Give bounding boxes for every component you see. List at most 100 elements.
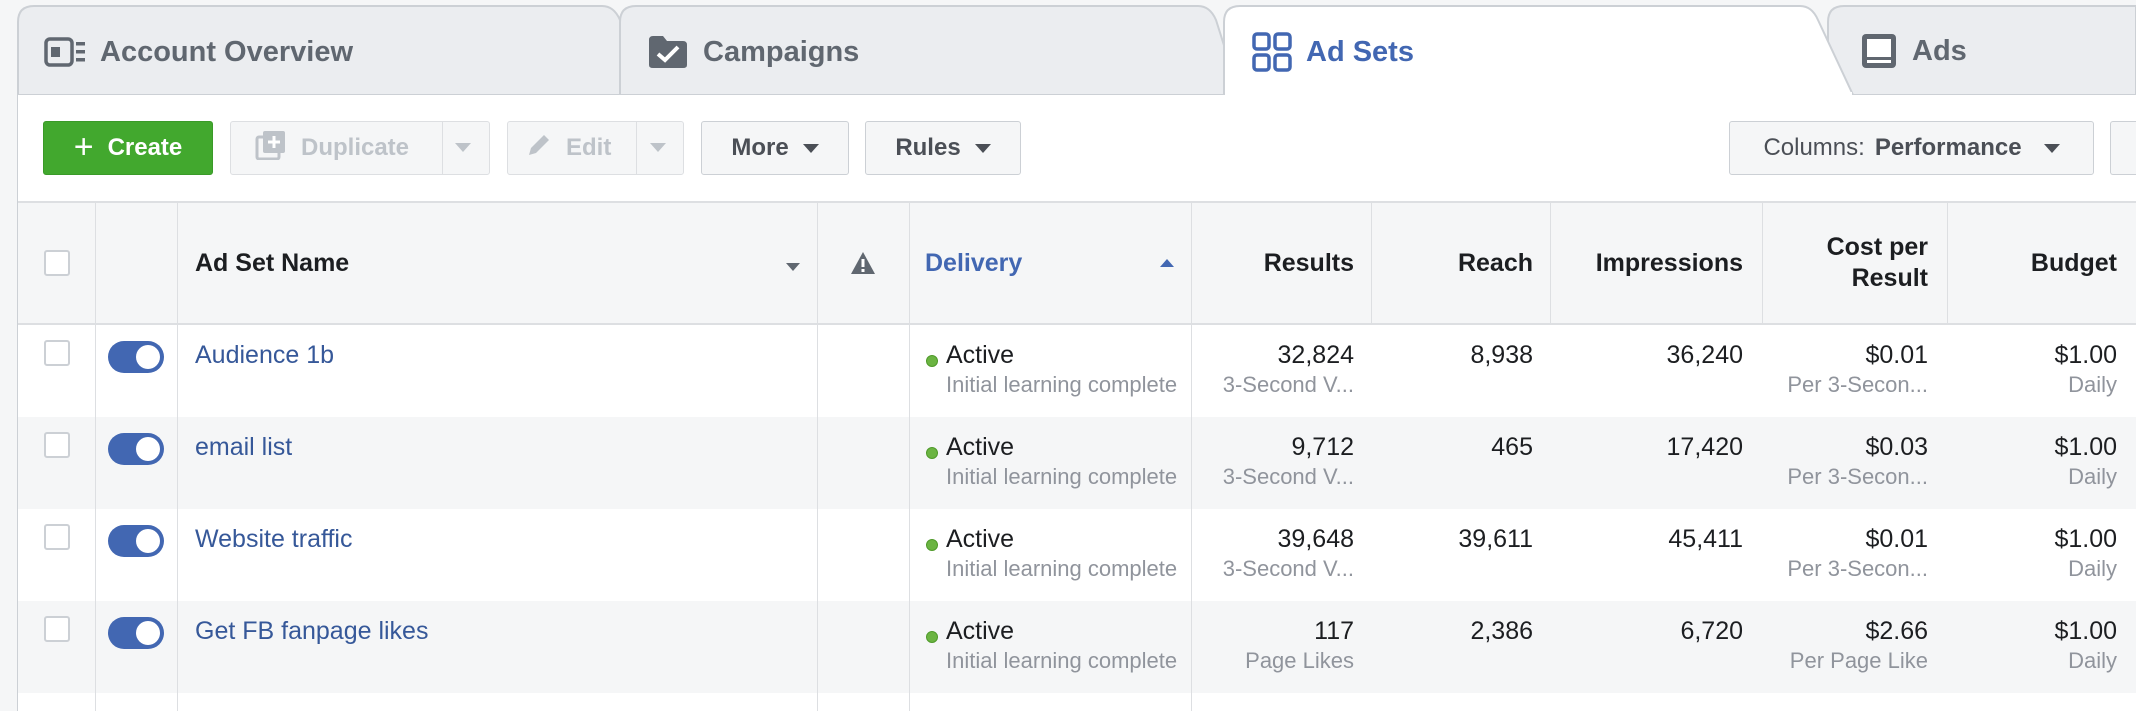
cost-value: $0.01: [1865, 525, 1928, 553]
breakdown-button-partial[interactable]: [2110, 121, 2136, 175]
header-label: Delivery: [925, 248, 1023, 277]
edit-label: Edit: [566, 134, 612, 161]
cost-value: $0.03: [1865, 433, 1928, 461]
row-checkbox[interactable]: [44, 524, 70, 550]
impressions-value: 36,240: [1666, 341, 1743, 369]
create-button[interactable]: + Create: [43, 121, 213, 175]
pencil-icon: [526, 132, 552, 165]
reach-value: 2,386: [1470, 617, 1533, 645]
tab-label-text: Account Overview: [100, 35, 354, 68]
active-status-dot: [926, 631, 938, 643]
impressions-value: 45,411: [1668, 525, 1743, 553]
cost-type: Per 3-Secon...: [1787, 464, 1928, 489]
chevron-down-icon[interactable]: [455, 143, 471, 152]
ad-set-name-link[interactable]: Audience 1b: [195, 341, 334, 370]
tab-ad-sets[interactable]: Ad Sets: [1252, 32, 1414, 72]
edit-button[interactable]: Edit: [507, 121, 684, 175]
tab-campaigns[interactable]: Campaigns: [647, 32, 859, 72]
column-header-reach[interactable]: Reach: [1372, 203, 1533, 323]
duplicate-separator: [442, 122, 443, 174]
delivery-substatus: Initial learning complete: [946, 556, 1178, 581]
chevron-down-icon: [974, 143, 991, 153]
impressions-value: 6,720: [1680, 617, 1743, 645]
column-divider: [909, 201, 910, 711]
reach-value: 8,938: [1470, 341, 1533, 369]
budget-value: $1.00: [2054, 617, 2117, 645]
row-checkbox[interactable]: [44, 616, 70, 642]
results-type: Page Likes: [1245, 648, 1354, 673]
budget-value: $1.00: [2054, 525, 2117, 553]
header-label: Reach: [1457, 248, 1533, 277]
delivery-substatus: Initial learning complete: [946, 372, 1178, 397]
budget-type: Daily: [2068, 464, 2117, 489]
budget-value: $1.00: [2054, 341, 2117, 369]
table-row[interactable]: Website traffic Active Initial learning …: [18, 509, 2136, 601]
results-type: 3-Second V...: [1222, 464, 1354, 489]
ad-sets-panel: + Create Duplicate Edit More Rules Colum…: [17, 95, 2136, 711]
plus-icon: +: [73, 127, 94, 166]
edit-separator: [636, 122, 637, 174]
column-divider: [1371, 201, 1372, 325]
header-label-line2: Result: [1851, 264, 1928, 292]
delivery-substatus: Initial learning complete: [946, 648, 1178, 673]
table-row[interactable]: Get FB fanpage likes Active Initial lear…: [18, 601, 2136, 693]
column-header-cost-per-result[interactable]: Cost per Result: [1763, 203, 1928, 323]
header-label: Results: [1263, 248, 1354, 277]
column-divider: [1762, 201, 1763, 325]
results-type: 3-Second V...: [1222, 556, 1354, 581]
cost-type: Per 3-Secon...: [1787, 372, 1928, 397]
row-checkbox[interactable]: [44, 432, 70, 458]
row-toggle[interactable]: [108, 617, 164, 649]
column-header-impressions[interactable]: Impressions: [1551, 203, 1743, 323]
table-row[interactable]: email list Active Initial learning compl…: [18, 417, 2136, 509]
chevron-down-icon: [802, 143, 819, 153]
sort-caret-down-icon[interactable]: [786, 263, 800, 271]
delivery-status: Active: [946, 525, 1015, 553]
column-header-budget[interactable]: Budget: [1948, 203, 2117, 323]
chevron-down-icon[interactable]: [650, 143, 666, 152]
delivery-status: Active: [946, 433, 1015, 461]
sort-caret-up-icon[interactable]: [1160, 259, 1174, 267]
warning-icon[interactable]: [850, 251, 876, 280]
results-type: 3-Second V...: [1222, 372, 1354, 397]
column-header-results[interactable]: Results: [1192, 203, 1354, 323]
row-toggle[interactable]: [108, 525, 164, 557]
impressions-value: 17,420: [1666, 433, 1743, 461]
duplicate-label: Duplicate: [301, 134, 410, 161]
cost-type: Per Page Like: [1789, 648, 1928, 673]
active-status-dot: [926, 539, 938, 551]
ad-set-name-link[interactable]: Get FB fanpage likes: [195, 617, 428, 646]
grid-icon: [1252, 32, 1292, 72]
duplicate-icon: [255, 130, 287, 167]
column-divider: [177, 201, 178, 711]
column-header-name[interactable]: Ad Set Name: [195, 203, 795, 323]
select-all-checkbox[interactable]: [44, 250, 70, 276]
table-row[interactable]: Audience 1b Active Initial learning comp…: [18, 325, 2136, 417]
active-status-dot: [926, 447, 938, 459]
columns-button[interactable]: Columns: Performance: [1729, 121, 2094, 175]
row-toggle[interactable]: [108, 341, 164, 373]
tab-ads[interactable]: Ads: [1860, 31, 1967, 71]
columns-value: Performance: [1874, 134, 2022, 161]
tab-account-overview[interactable]: Account Overview: [44, 32, 353, 72]
row-checkbox[interactable]: [44, 340, 70, 366]
ad-set-name-link[interactable]: Website traffic: [195, 525, 352, 554]
cost-value: $2.66: [1865, 617, 1928, 645]
delivery-status: Active: [946, 341, 1015, 369]
more-button[interactable]: More: [701, 121, 849, 175]
header-label-line1: Cost per: [1826, 233, 1928, 261]
column-header-delivery[interactable]: Delivery: [925, 203, 1175, 323]
columns-prefix: Columns:: [1763, 134, 1865, 161]
toolbar: + Create Duplicate Edit More Rules Colum…: [18, 95, 2136, 201]
results-value: 32,824: [1277, 341, 1354, 369]
header-label: Impressions: [1595, 248, 1743, 277]
results-value: 117: [1314, 617, 1354, 645]
row-toggle[interactable]: [108, 433, 164, 465]
rules-button[interactable]: Rules: [865, 121, 1021, 175]
budget-value: $1.00: [2054, 433, 2117, 461]
delivery-substatus: Initial learning complete: [946, 464, 1178, 489]
ad-set-name-link[interactable]: email list: [195, 433, 292, 462]
folder-check-icon: [647, 34, 689, 70]
duplicate-button[interactable]: Duplicate: [230, 121, 490, 175]
header-label: Ad Set Name: [195, 248, 350, 277]
